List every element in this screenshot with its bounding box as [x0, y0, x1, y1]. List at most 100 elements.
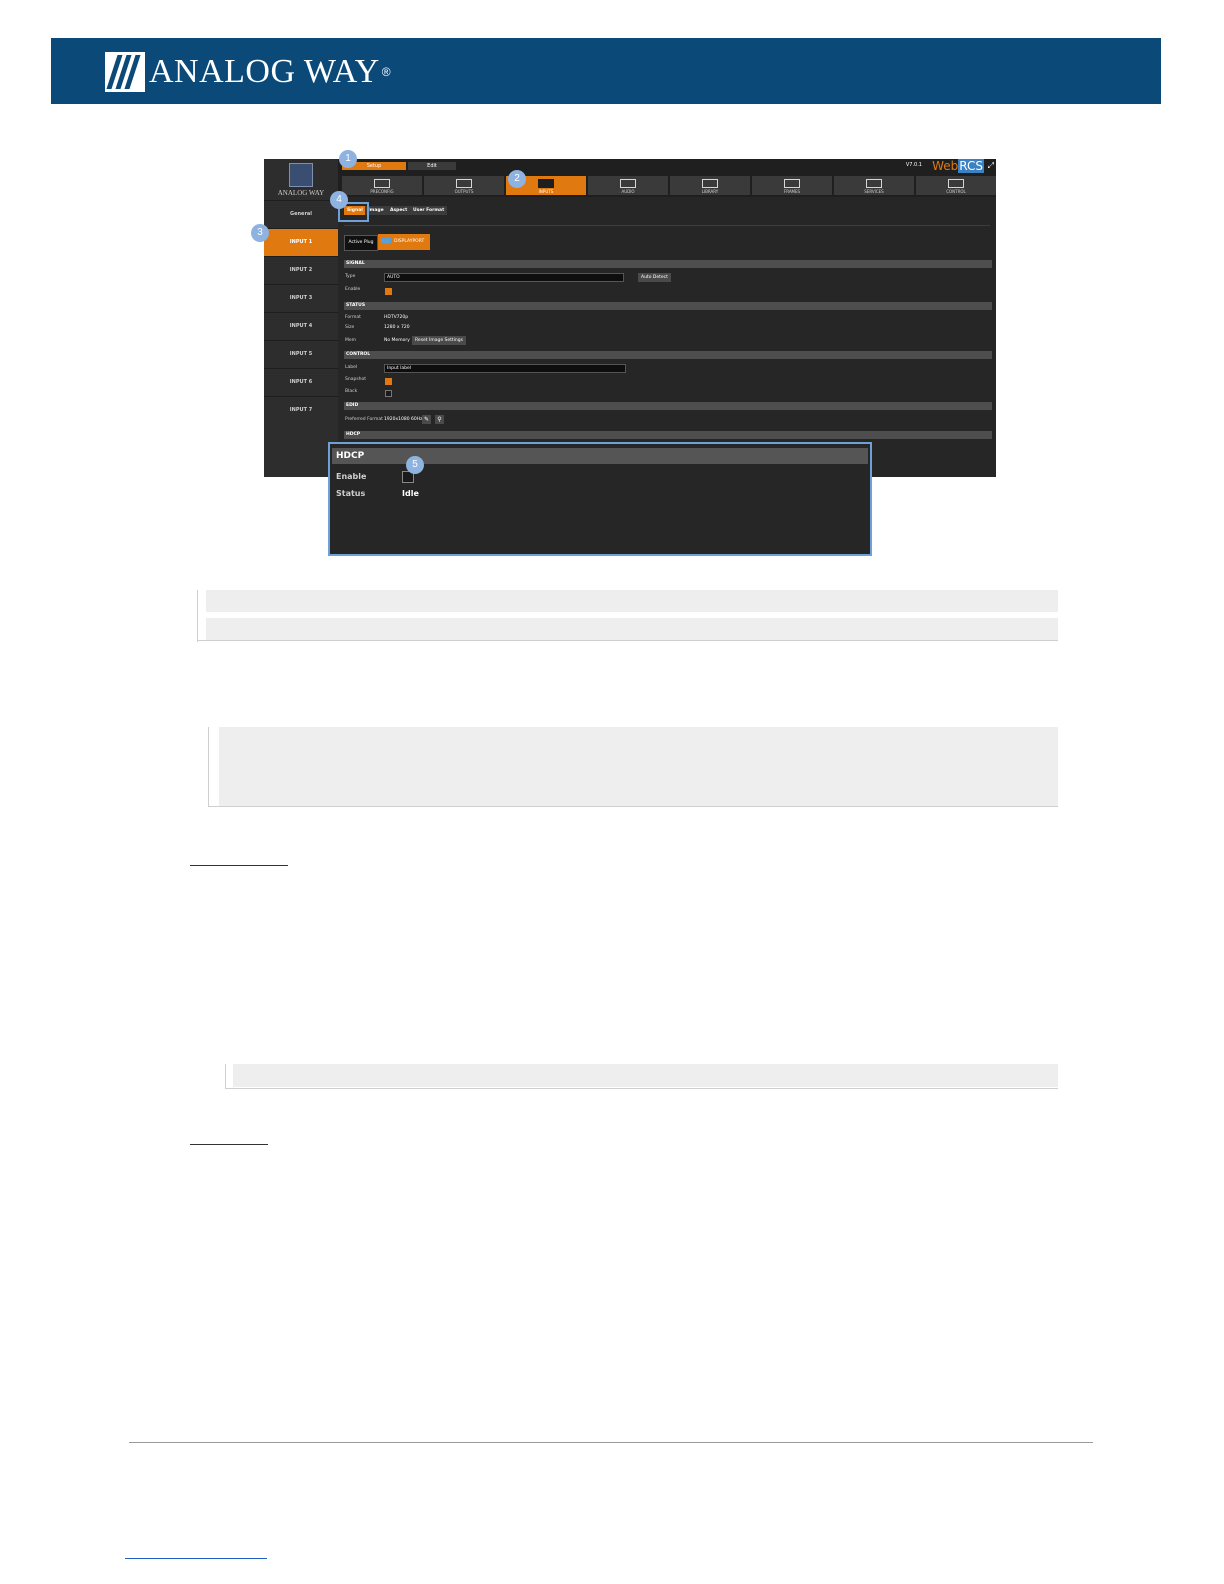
sidebar: ANALOG WAY General INPUT 1 INPUT 2 INPUT… [264, 159, 338, 477]
snapshot-label: Snapshot [345, 377, 367, 382]
sidebar-logo-text: ANALOG WAY [277, 189, 325, 197]
label-input[interactable]: Input label [384, 364, 626, 373]
tab-control[interactable]: CONTROL [916, 176, 996, 195]
inputs-icon [538, 179, 554, 188]
analog-way-logo-icon [289, 163, 313, 187]
note-border [208, 806, 1058, 807]
version-label: V7.0.1 [905, 162, 922, 168]
sidebar-item-input-2[interactable]: INPUT 2 [264, 256, 338, 284]
step-badge: 3 [251, 224, 269, 242]
sidebar-item-input-3[interactable]: INPUT 3 [264, 284, 338, 312]
services-icon [866, 179, 882, 188]
heading-underline [190, 1144, 268, 1145]
fullscreen-icon[interactable]: ⤢ [988, 161, 994, 171]
black-label: Black [345, 389, 358, 394]
note-border [197, 590, 198, 642]
tab-label: CONTROL [946, 189, 966, 194]
search-icon[interactable]: ⚲ [435, 415, 444, 424]
section-status: STATUS [344, 302, 992, 310]
tab-services[interactable]: SERVICES [834, 176, 914, 195]
displayport-label: DISPLAYPORT [394, 239, 425, 244]
tab-label: INPUTS [538, 189, 554, 194]
subtab-user-format[interactable]: User Format [410, 206, 448, 215]
gear-icon [948, 179, 964, 188]
note-border [225, 1064, 226, 1089]
subtab-aspect[interactable]: Aspect [387, 206, 411, 215]
tab-preconfig[interactable]: PRECONFIG [342, 176, 422, 195]
snapshot-checkbox[interactable] [385, 378, 392, 385]
step-badge: 2 [508, 170, 526, 188]
library-icon [702, 179, 718, 188]
outputs-icon [456, 179, 472, 188]
callout-status-label: Status [336, 489, 366, 498]
webrcs-screenshot: ANALOG WAY General INPUT 1 INPUT 2 INPUT… [264, 159, 996, 477]
tab-label: SERVICES [864, 189, 884, 194]
webrcs-web: Web [932, 159, 959, 173]
tab-label: LIBRARY [701, 189, 719, 194]
tab-audio[interactable]: AUDIO [588, 176, 668, 195]
sidebar-item-input-6[interactable]: INPUT 6 [264, 368, 338, 396]
size-value: 1280 x 720 [384, 325, 410, 330]
brand-logo: ANALOG WAY ® [105, 52, 391, 92]
active-plug-label: Active Plug [344, 235, 378, 251]
size-label: Size [345, 325, 355, 330]
logo-mark-icon [105, 52, 145, 92]
preconfig-icon [374, 179, 390, 188]
displayport-icon [381, 238, 391, 243]
reset-image-settings-button[interactable]: Reset Image Settings [412, 336, 466, 345]
divider [344, 225, 990, 226]
webrcs-rcs: RCS [958, 159, 984, 173]
displayport-plug-button[interactable]: DISPLAYPORT [378, 234, 430, 250]
callout-status-value: Idle [402, 489, 419, 498]
section-control: CONTROL [344, 351, 992, 359]
type-select[interactable]: AUTO [384, 273, 624, 282]
sidebar-logo: ANALOG WAY [264, 159, 338, 199]
mem-label: Mem [345, 338, 357, 343]
edit-icon[interactable]: ✎ [422, 415, 431, 424]
tab-label: OUTPUTS [454, 189, 474, 194]
sidebar-item-general[interactable]: General [264, 200, 338, 228]
note-border [225, 1088, 1058, 1089]
section-hdcp: HDCP [344, 431, 992, 439]
tab-library[interactable]: LIBRARY [670, 176, 750, 195]
brand-name: ANALOG WAY [149, 53, 380, 90]
section-signal: SIGNAL [344, 260, 992, 268]
sidebar-item-input-4[interactable]: INPUT 4 [264, 312, 338, 340]
tab-label: PRECONFIG [370, 189, 394, 194]
preferred-format-value: 1920x1080 60Hz [384, 417, 423, 422]
heading-underline [190, 865, 288, 866]
enable-label: Enable [345, 287, 361, 292]
step-badge: 4 [330, 191, 348, 209]
auto-detect-button[interactable]: Auto Detect [638, 273, 671, 282]
note-border [208, 727, 209, 807]
step-badge: 5 [406, 456, 424, 474]
preferred-format-label: Preferred Format [345, 417, 383, 422]
edit-mode-button[interactable]: Edit [408, 162, 456, 170]
section-edid: EDID [344, 402, 992, 410]
step-badge: 1 [339, 150, 357, 168]
black-checkbox[interactable] [385, 390, 392, 397]
format-label: Format [345, 315, 361, 320]
footer-rule [129, 1442, 1093, 1443]
tab-label: FRAMES [783, 189, 801, 194]
type-label: Type [345, 274, 356, 279]
callout-enable-label: Enable [336, 472, 367, 481]
signal-enable-checkbox[interactable] [385, 288, 392, 295]
sidebar-item-input-7[interactable]: INPUT 7 [264, 396, 338, 424]
label-label: Label [345, 365, 358, 370]
mem-value: No Memory [384, 338, 410, 343]
tab-label: AUDIO [621, 189, 635, 194]
tab-frames[interactable]: FRAMES [752, 176, 832, 195]
note-border [197, 640, 1058, 641]
note-block [219, 727, 1058, 806]
frames-icon [784, 179, 800, 188]
audio-icon [620, 179, 636, 188]
webrcs-logo: WebRCS [932, 159, 984, 173]
format-value: HDTV720p [384, 315, 409, 320]
sidebar-item-input-5[interactable]: INPUT 5 [264, 340, 338, 368]
tab-outputs[interactable]: OUTPUTS [424, 176, 504, 195]
note-block [206, 618, 1058, 640]
sidebar-item-input-1[interactable]: INPUT 1 [264, 228, 338, 256]
footer-link-underline[interactable] [125, 1558, 267, 1559]
note-block [206, 590, 1058, 612]
